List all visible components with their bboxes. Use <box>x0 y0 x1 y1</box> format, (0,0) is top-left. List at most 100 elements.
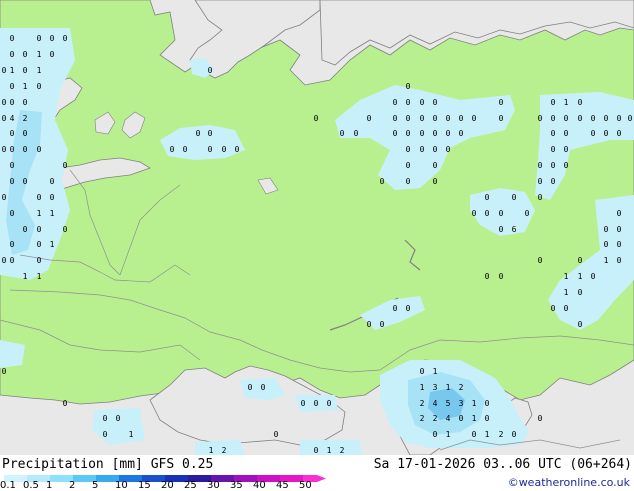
station-value: 0 <box>37 256 42 265</box>
station-value: 0 <box>380 177 385 186</box>
station-value: 0 <box>459 129 464 138</box>
station-value: 0 <box>10 240 15 249</box>
station-value: 0 <box>433 129 438 138</box>
station-value: 0 <box>551 161 556 170</box>
station-value: 0 <box>10 177 15 186</box>
station-value: 0 <box>406 177 411 186</box>
station-value: 1 <box>209 446 214 455</box>
station-value: 0 <box>196 129 201 138</box>
station-value: 0 <box>50 177 55 186</box>
legend-tick-label: 0.1 <box>0 480 16 491</box>
station-value: 0 <box>420 367 425 376</box>
legend-tick-label: 50 <box>299 480 312 491</box>
station-value: 0 <box>380 320 385 329</box>
station-value: 3 <box>433 383 438 392</box>
station-value: 0 <box>222 145 227 154</box>
station-value: 4 <box>10 114 15 123</box>
station-value: 2 <box>433 414 438 423</box>
station-value: 0 <box>446 129 451 138</box>
station-value: 0 <box>578 256 583 265</box>
station-value: 0 <box>617 225 622 234</box>
station-value: 4 <box>446 414 451 423</box>
station-value: 1 <box>446 383 451 392</box>
station-value: 0 <box>538 177 543 186</box>
station-value: 2 <box>420 414 425 423</box>
station-value: 0 <box>406 82 411 91</box>
station-value: 0 <box>485 414 490 423</box>
station-value: 0 <box>446 145 451 154</box>
station-value: 0 <box>420 145 425 154</box>
station-value: 0 <box>208 145 213 154</box>
station-value: 0 <box>472 430 477 439</box>
station-value: 0 <box>10 82 15 91</box>
station-value: 0 <box>314 399 319 408</box>
station-value: 0 <box>103 430 108 439</box>
station-value: 0 <box>393 114 398 123</box>
station-value: 2 <box>420 399 425 408</box>
station-value: 0 <box>2 114 7 123</box>
station-value: 0 <box>591 272 596 281</box>
station-value: 0 <box>37 240 42 249</box>
station-value: 0 <box>433 114 438 123</box>
station-value: 0 <box>23 66 28 75</box>
station-value: 0 <box>2 193 7 202</box>
station-value: 0 <box>604 114 609 123</box>
station-value: 0 <box>367 320 372 329</box>
station-value: 2 <box>499 430 504 439</box>
legend-tick-label: 15 <box>138 480 151 491</box>
station-value: 0 <box>208 129 213 138</box>
station-value: 0 <box>63 225 68 234</box>
product-title: Precipitation [mm] GFS 0.25 <box>2 457 214 472</box>
station-value: 0 <box>459 114 464 123</box>
station-value: 0 <box>354 129 359 138</box>
station-value: 0 <box>551 177 556 186</box>
station-value: 0 <box>485 193 490 202</box>
station-value: 0 <box>23 225 28 234</box>
station-value: 0 <box>578 320 583 329</box>
station-value: 0 <box>10 145 15 154</box>
station-value: 0 <box>564 161 569 170</box>
station-value: 0 <box>564 304 569 313</box>
station-value: 1 <box>604 256 609 265</box>
station-value: 0 <box>525 209 530 218</box>
station-value: 0 <box>406 114 411 123</box>
station-value: 1 <box>129 430 134 439</box>
station-value: 0 <box>538 161 543 170</box>
station-value: 5 <box>446 399 451 408</box>
station-value: 0 <box>2 145 7 154</box>
station-value: 0 <box>459 414 464 423</box>
credit-link[interactable]: ©weatheronline.co.uk <box>508 476 630 489</box>
station-value: 0 <box>617 256 622 265</box>
station-value: 0 <box>23 129 28 138</box>
station-value: 2 <box>23 114 28 123</box>
station-value: 0 <box>261 383 266 392</box>
precipitation-map: 0000001001010100000420000000000000001100… <box>0 0 634 456</box>
station-value: 1 <box>50 240 55 249</box>
legend-tick-label: 0.5 <box>23 480 39 491</box>
map-footer: Precipitation [mm] GFS 0.25 Sa 17-01-202… <box>0 455 634 491</box>
station-value: 0 <box>103 414 108 423</box>
station-value: 0 <box>617 114 622 123</box>
station-value: 0 <box>485 272 490 281</box>
station-value: 0 <box>406 145 411 154</box>
station-value: 2 <box>459 383 464 392</box>
station-value: 0 <box>604 240 609 249</box>
station-value: 0 <box>50 193 55 202</box>
valid-time: Sa 17-01-2026 03..06 UTC (06+264) <box>373 457 632 472</box>
station-value: 0 <box>433 161 438 170</box>
station-value: 0 <box>2 367 7 376</box>
station-value: 0 <box>578 98 583 107</box>
station-value: 1 <box>433 367 438 376</box>
station-value: 0 <box>617 209 622 218</box>
station-value: 1 <box>420 383 425 392</box>
station-value: 0 <box>406 304 411 313</box>
station-value: 0 <box>2 98 7 107</box>
legend-tick-label: 2 <box>69 480 76 491</box>
station-value: 0 <box>37 193 42 202</box>
station-value: 0 <box>23 177 28 186</box>
station-value: 0 <box>604 129 609 138</box>
station-value: 1 <box>446 430 451 439</box>
station-value: 0 <box>23 50 28 59</box>
station-value: 0 <box>10 129 15 138</box>
station-value: 1 <box>578 272 583 281</box>
